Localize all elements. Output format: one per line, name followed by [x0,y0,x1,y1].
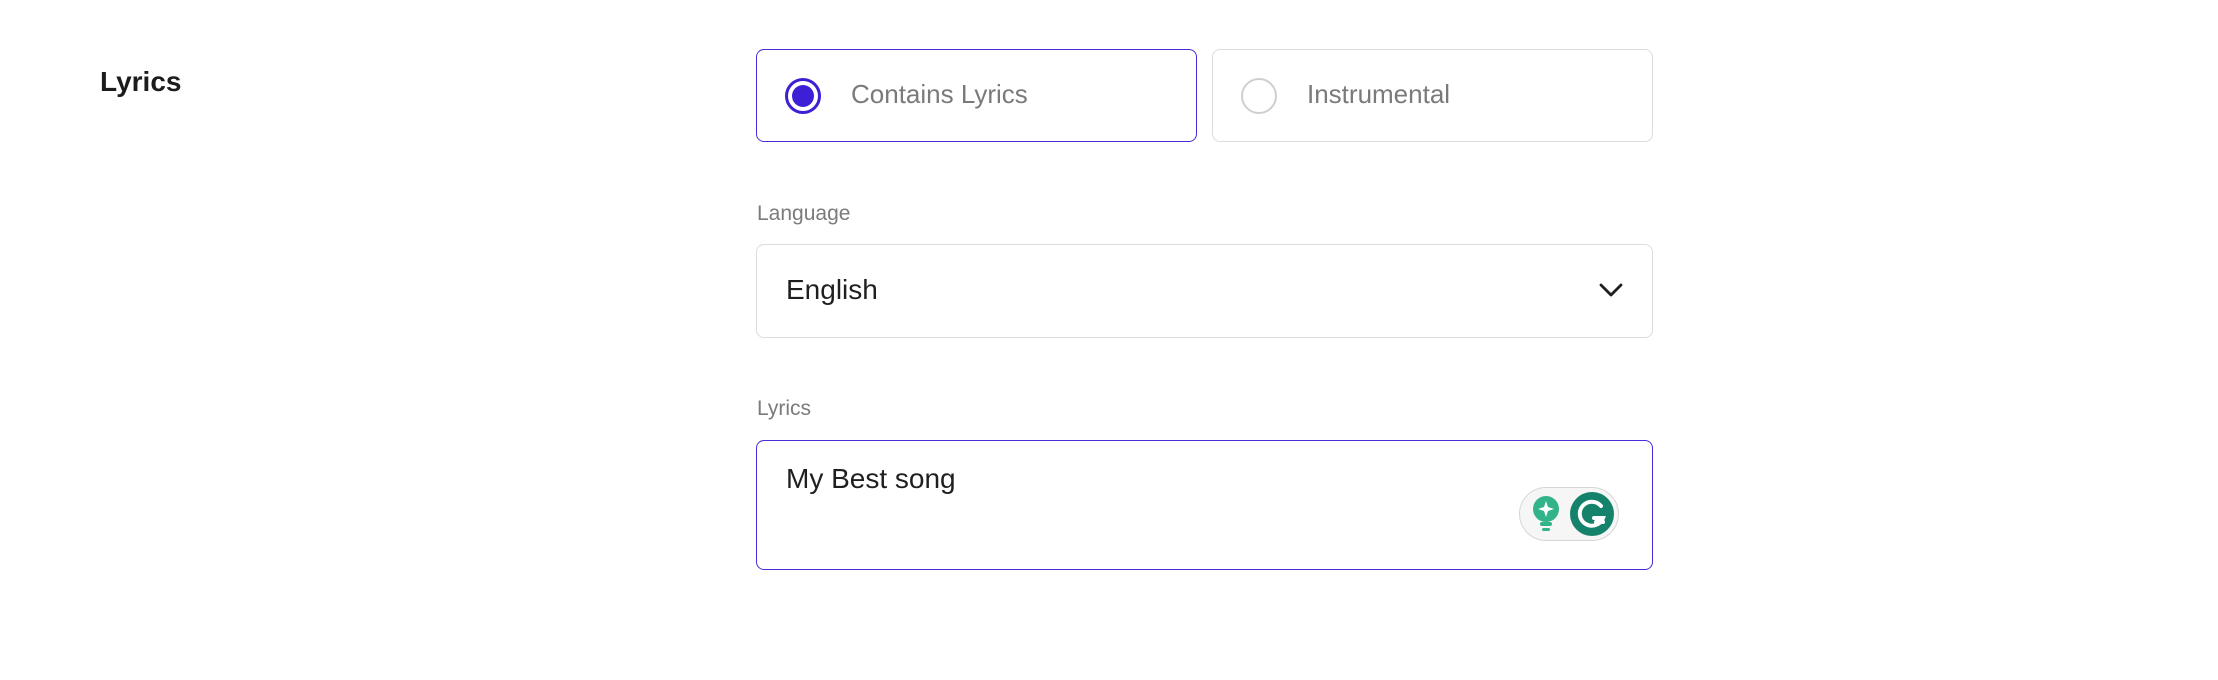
language-select[interactable]: English [756,244,1653,338]
lyrics-label: Lyrics [757,397,812,420]
grammarly-widget[interactable] [1519,487,1619,541]
section-title: Lyrics [100,66,182,97]
instrumental-label: Instrumental [1307,79,1451,109]
grammarly-g-icon[interactable] [1570,492,1614,536]
contains-lyrics-label: Contains Lyrics [851,79,1028,109]
chevron-down-icon[interactable] [1596,275,1626,305]
radio-selected-icon[interactable] [785,78,821,114]
language-value: English [786,274,878,305]
lightbulb-icon[interactable] [1528,494,1564,534]
lyrics-text[interactable]: My Best song [786,463,956,495]
language-label: Language [757,202,851,225]
contains-lyrics-option[interactable]: Contains Lyrics [756,49,1197,142]
radio-unselected-icon[interactable] [1241,78,1277,114]
instrumental-option[interactable]: Instrumental [1212,49,1653,142]
lyrics-textarea[interactable]: My Best song [756,440,1653,570]
